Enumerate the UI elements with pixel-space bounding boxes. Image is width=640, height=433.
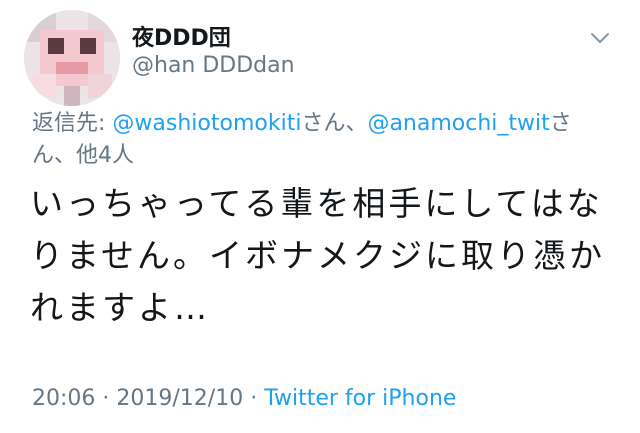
reply-to-line: 返信先: @washiotomokitiさん、@anamochi_twitさん、… [32, 108, 592, 172]
reply-suffix: さん、 [301, 111, 368, 136]
reply-others[interactable]: 他4人 [76, 143, 134, 168]
tweet-text: いっちゃってる輩を相手にしてはな りません。イボナメクジに取り憑か れますよ… [30, 178, 610, 334]
tweet-card: 夜DDD団 @han DDDdan 返信先: @washiotomokitiさん… [0, 0, 640, 433]
mention-link[interactable]: @anamochi_twit [367, 111, 549, 136]
tweet-source-link[interactable]: Twitter for iPhone [264, 386, 456, 411]
tweet-text-line: いっちゃってる輩を相手にしてはな [30, 184, 603, 223]
meta-separator: · [243, 386, 265, 411]
tweet-meta: 20:06 · 2019/12/10 · Twitter for iPhone [32, 386, 456, 411]
tweet-text-line: りません。イボナメクジに取り憑か [30, 236, 606, 275]
mention-link[interactable]: @washiotomokiti [112, 111, 301, 136]
chevron-down-icon[interactable] [589, 30, 611, 44]
meta-separator: · [95, 386, 117, 411]
tweet-date: 2019/12/10 [116, 386, 244, 411]
display-name[interactable]: 夜DDD団 [132, 20, 231, 52]
avatar[interactable] [24, 10, 120, 106]
reply-prefix: 返信先: [32, 111, 113, 136]
tweet-time: 20:06 [32, 386, 96, 411]
user-handle[interactable]: @han DDDdan [132, 53, 295, 78]
avatar-image [24, 10, 120, 106]
tweet-text-line: れますよ… [30, 288, 210, 327]
